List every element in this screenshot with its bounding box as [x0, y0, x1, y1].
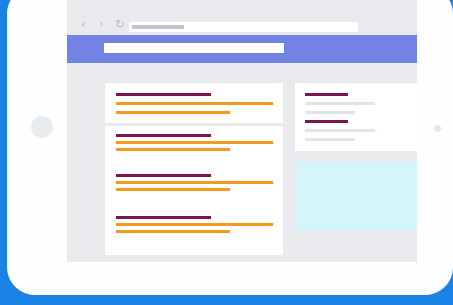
result-snippet	[116, 102, 273, 105]
sidebar-card	[295, 83, 417, 151]
result-title[interactable]	[116, 216, 211, 219]
result-snippet	[116, 223, 273, 226]
result-title[interactable]	[116, 174, 211, 177]
address-bar[interactable]	[129, 22, 358, 32]
home-button[interactable]	[31, 116, 53, 138]
result-snippet	[116, 181, 273, 184]
sidebar-link[interactable]	[305, 93, 348, 96]
sidebar-text	[305, 138, 355, 141]
reload-icon[interactable]: ↻	[115, 18, 125, 30]
ad-block[interactable]	[295, 162, 417, 230]
featured-result-card[interactable]	[105, 83, 283, 123]
result-title[interactable]	[116, 134, 211, 137]
tablet-device: ‹ › ↻	[7, 0, 453, 295]
result-title[interactable]	[116, 93, 211, 96]
sidebar-text	[305, 129, 375, 132]
back-icon[interactable]: ‹	[81, 18, 86, 30]
site-header	[67, 35, 417, 63]
url-placeholder	[132, 25, 184, 29]
results-list-card	[105, 126, 283, 255]
result-snippet	[116, 188, 230, 191]
sidebar-text	[305, 111, 355, 114]
result-snippet	[116, 141, 273, 144]
forward-icon[interactable]: ›	[99, 18, 104, 30]
camera-icon	[434, 125, 441, 132]
browser-screen: ‹ › ↻	[67, 0, 417, 262]
result-snippet	[116, 230, 230, 233]
result-snippet	[116, 148, 230, 151]
sidebar-text	[305, 102, 375, 105]
browser-toolbar: ‹ › ↻	[67, 0, 417, 35]
search-input[interactable]	[104, 43, 284, 53]
sidebar-link[interactable]	[305, 120, 348, 123]
result-snippet	[116, 111, 230, 114]
